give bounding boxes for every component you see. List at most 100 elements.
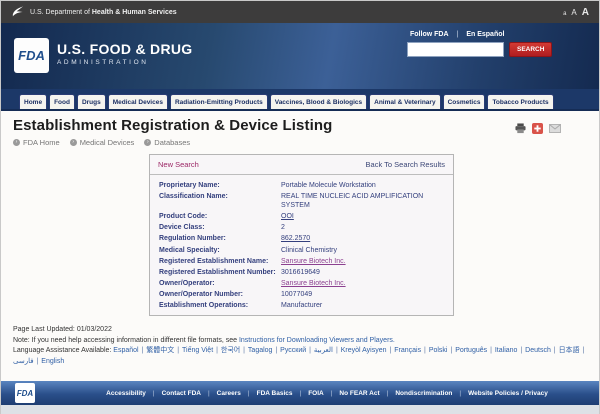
footer-link-3[interactable]: FDA Basics: [257, 390, 293, 397]
field-label: Registered Establishment Number:: [159, 268, 281, 277]
nav-tab-3[interactable]: Medical Devices: [108, 94, 168, 109]
footer-links: Accessibility | Contact FDA | Careers | FDA Ba…: [35, 390, 589, 397]
breadcrumb-label: Databases: [154, 138, 190, 147]
language-link-3[interactable]: 한국어: [221, 347, 240, 354]
note-text: Note: If you need help accessing informa…: [13, 337, 239, 344]
language-link-14[interactable]: فارسی: [13, 358, 34, 365]
search-input[interactable]: [407, 42, 504, 57]
text-size-button-1[interactable]: A: [571, 8, 576, 17]
field-value: 10077049: [281, 290, 444, 299]
field-label: Registered Establishment Name:: [159, 257, 281, 266]
footer-link-6[interactable]: Nondiscrimination: [395, 390, 452, 397]
separator: |: [272, 347, 280, 354]
field-label: Device Class:: [159, 223, 281, 232]
footer-link-4[interactable]: FOIA: [308, 390, 324, 397]
field-label: Owner/Operator:: [159, 279, 281, 288]
hhs-dept-bold: Health & Human Services: [92, 9, 177, 16]
viewers-players-link[interactable]: Instructions for Downloading Viewers and…: [239, 337, 395, 344]
text-size-button-0[interactable]: a: [563, 11, 566, 17]
field-label: Classification Name:: [159, 192, 281, 210]
en-espanol-link[interactable]: En Español: [466, 31, 504, 38]
field-value: Manufacturer: [281, 301, 444, 310]
row-owner-operator: Owner/Operator: Sansure Biotech Inc.: [159, 278, 444, 289]
back-to-search-results-link[interactable]: Back To Search Results: [366, 160, 445, 169]
nav-tab-1[interactable]: Food: [49, 94, 75, 109]
language-link-7[interactable]: Kreyòl Ayisyen: [341, 347, 387, 354]
fda-title-line1: U.S. FOOD & DRUG: [57, 41, 192, 57]
language-link-15[interactable]: English: [41, 358, 64, 365]
row-device-class: Device Class: 2: [159, 222, 444, 233]
last-updated-text: Page Last Updated: 01/03/2022: [13, 325, 589, 336]
separator: |: [333, 347, 341, 354]
row-registered-establishment-name: Registered Establishment Name: Sansure B…: [159, 256, 444, 267]
language-link-10[interactable]: Português: [455, 347, 487, 354]
fda-title-line2: ADMINISTRATION: [57, 59, 192, 66]
hhs-dept-prefix: U.S. Department of: [30, 9, 90, 16]
page-footer-notes: Page Last Updated: 01/03/2022 Note: If y…: [13, 325, 589, 367]
language-link-0[interactable]: Español: [113, 347, 138, 354]
separator: |: [299, 390, 301, 397]
breadcrumb-medical-devices[interactable]: › Medical Devices: [70, 138, 135, 147]
header-link-divider: |: [457, 31, 459, 38]
footer-fda-logo[interactable]: FDA: [15, 383, 35, 403]
fda-header: FDA U.S. FOOD & DRUG ADMINISTRATION Foll…: [1, 23, 599, 89]
language-link-4[interactable]: Tagalog: [248, 347, 273, 354]
separator: |: [517, 347, 525, 354]
language-link-12[interactable]: Deutsch: [525, 347, 551, 354]
owner-operator-link[interactable]: Sansure Biotech Inc.: [281, 280, 346, 287]
field-label: Establishment Operations:: [159, 301, 281, 310]
nav-tab-5[interactable]: Vaccines, Blood & Biologics: [270, 94, 367, 109]
regulation-number-link[interactable]: 862.2570: [281, 235, 310, 242]
language-link-13[interactable]: 日本語: [559, 347, 580, 354]
print-icon[interactable]: [515, 123, 526, 134]
separator: |: [551, 347, 559, 354]
separator: |: [580, 347, 586, 354]
nav-tab-4[interactable]: Radiation-Emitting Products: [170, 94, 268, 109]
language-link-6[interactable]: العربية: [314, 347, 333, 354]
separator: |: [459, 390, 461, 397]
breadcrumb-fda-home[interactable]: › FDA Home: [13, 138, 60, 147]
field-label: Proprietary Name:: [159, 181, 281, 190]
footer-link-5[interactable]: No FEAR Act: [339, 390, 379, 397]
nav-tab-7[interactable]: Cosmetics: [443, 94, 486, 109]
nav-tab-6[interactable]: Animal & Veterinary: [369, 94, 440, 109]
registered-establishment-link[interactable]: Sansure Biotech Inc.: [281, 258, 346, 265]
footer-bar: FDA Accessibility | Contact FDA | Careers | FD…: [1, 381, 599, 405]
share-icon[interactable]: [532, 123, 543, 134]
hhs-dept-text[interactable]: U.S. Department of Health & Human Servic…: [30, 9, 177, 16]
separator: |: [240, 347, 248, 354]
bottom-strip: [1, 405, 599, 414]
text-size-button-2[interactable]: A: [582, 7, 589, 18]
footer-link-1[interactable]: Contact FDA: [162, 390, 201, 397]
fda-title: U.S. FOOD & DRUG ADMINISTRATION: [57, 41, 192, 66]
nav-tab-2[interactable]: Drugs: [77, 94, 106, 109]
language-link-2[interactable]: Tiếng Việt: [182, 347, 213, 354]
language-link-1[interactable]: 繁體中文: [146, 347, 174, 354]
email-icon[interactable]: [549, 123, 561, 134]
language-link-5[interactable]: Русский: [280, 347, 306, 354]
footer-link-0[interactable]: Accessibility: [106, 390, 146, 397]
footer-link-7[interactable]: Website Policies / Privacy: [468, 390, 548, 397]
search-button[interactable]: SEARCH: [509, 42, 552, 57]
fda-logo[interactable]: FDA: [14, 38, 49, 73]
product-code-link[interactable]: OOI: [281, 213, 294, 220]
field-label: Regulation Number:: [159, 234, 281, 243]
row-regulation-number: Regulation Number: 862.2570: [159, 233, 444, 244]
field-value: Portable Molecule Workstation: [281, 181, 444, 190]
follow-fda-link[interactable]: Follow FDA: [410, 31, 449, 38]
row-registered-establishment-number: Registered Establishment Number: 3016619…: [159, 267, 444, 278]
nav-tab-8[interactable]: Tobacco Products: [487, 94, 553, 109]
separator: |: [153, 390, 155, 397]
breadcrumb-label: FDA Home: [23, 138, 60, 147]
language-link-9[interactable]: Polski: [429, 347, 448, 354]
field-label: Product Code:: [159, 212, 281, 221]
nav-tab-0[interactable]: Home: [19, 94, 47, 109]
row-medical-specialty: Medical Specialty: Clinical Chemistry: [159, 245, 444, 256]
footer-link-2[interactable]: Careers: [217, 390, 241, 397]
language-link-8[interactable]: Français: [394, 347, 421, 354]
language-link-11[interactable]: Italiano: [495, 347, 518, 354]
breadcrumb-bullet-icon: ›: [70, 139, 77, 146]
primary-nav-tabs: HomeFoodDrugsMedical DevicesRadiation-Em…: [1, 89, 599, 111]
new-search-link[interactable]: New Search: [158, 160, 199, 169]
breadcrumb-databases[interactable]: › Databases: [144, 138, 190, 147]
